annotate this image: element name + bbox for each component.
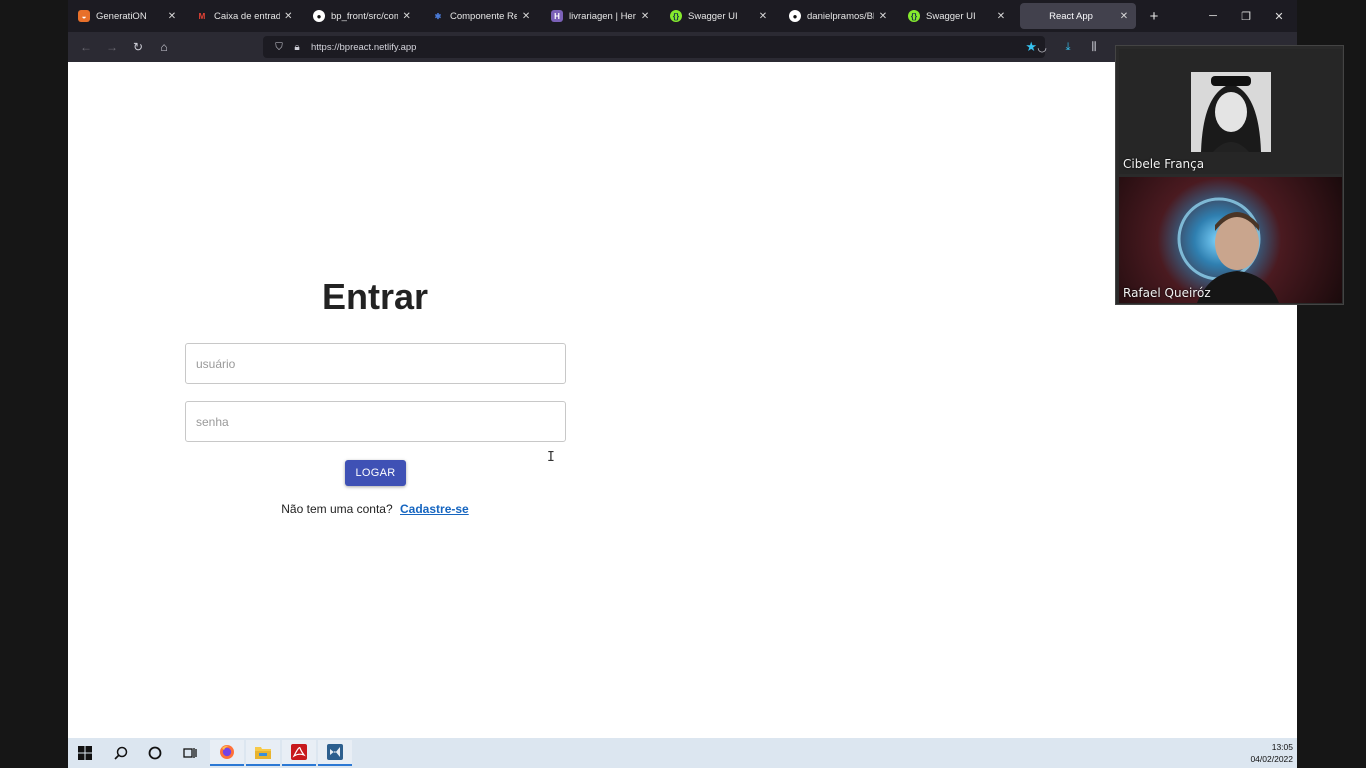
system-clock[interactable]: 13:05 04/02/2022 bbox=[1250, 741, 1293, 765]
tab-label: danielpramos/Blog bbox=[807, 10, 874, 22]
reload-icon[interactable]: ↻ bbox=[128, 38, 148, 56]
task-view-icon[interactable] bbox=[173, 740, 207, 766]
tab-swagger-2[interactable]: {} Swagger UI ✕ bbox=[900, 3, 1013, 29]
shield-icon[interactable]: ⛉ bbox=[273, 41, 285, 53]
lock-icon[interactable]: 🔒︎ bbox=[291, 41, 303, 53]
acrobat-icon[interactable] bbox=[282, 740, 316, 766]
heroku-icon: H bbox=[551, 10, 563, 22]
tab-generation[interactable]: ◒ GeneratiON ✕ bbox=[70, 3, 184, 29]
signup-link[interactable]: Cadastre-se bbox=[400, 502, 469, 516]
signup-prompt: Não tem uma conta? bbox=[281, 502, 393, 516]
taskbar: 13:05 04/02/2022 bbox=[68, 738, 1297, 768]
url-text[interactable]: https://bpreact.netlify.app bbox=[311, 42, 416, 53]
video-call-panel[interactable]: Cibele França Rafael Queiróz bbox=[1115, 45, 1344, 305]
page-content: Entrar LOGAR Não tem uma conta? Cadastre… bbox=[68, 62, 1297, 738]
tab-label: React App bbox=[1049, 10, 1093, 22]
tab-label: GeneratiON bbox=[96, 10, 147, 22]
close-icon[interactable]: ✕ bbox=[166, 10, 178, 22]
tab-github-blog[interactable]: ● danielpramos/Blog ✕ bbox=[781, 3, 894, 29]
generation-icon: ◒ bbox=[78, 10, 90, 22]
gmail-icon: M bbox=[198, 11, 206, 21]
participant-tile[interactable]: Cibele França bbox=[1119, 49, 1342, 174]
firefox-icon[interactable] bbox=[210, 740, 244, 766]
clock-date: 04/02/2022 bbox=[1250, 754, 1293, 764]
component-icon: ✱ bbox=[434, 11, 442, 21]
close-icon[interactable]: ✕ bbox=[995, 10, 1007, 22]
participant-name: Cibele França bbox=[1123, 157, 1205, 171]
login-button[interactable]: LOGAR bbox=[345, 460, 406, 486]
download-icon[interactable]: ⤓ bbox=[1060, 40, 1076, 54]
participant-tile[interactable]: Rafael Queiróz bbox=[1119, 177, 1342, 303]
tab-componente-react[interactable]: ✱ Componente React ✕ bbox=[424, 3, 537, 29]
back-arrow-icon[interactable]: ← bbox=[76, 38, 96, 56]
tab-swagger-1[interactable]: {} Swagger UI ✕ bbox=[662, 3, 775, 29]
tab-label: Componente React bbox=[450, 10, 518, 22]
minimize-icon[interactable]: ─ bbox=[1202, 6, 1224, 26]
tab-label: Swagger UI bbox=[926, 10, 976, 22]
text-cursor-icon: I bbox=[547, 450, 555, 465]
tab-label: bp_front/src/comp bbox=[331, 10, 398, 22]
tab-label: Swagger UI bbox=[688, 10, 738, 22]
start-icon[interactable] bbox=[68, 740, 102, 766]
screen: ◒ GeneratiON ✕ M Caixa de entrada (4 ✕ ●… bbox=[0, 0, 1366, 768]
clock-time: 13:05 bbox=[1271, 742, 1293, 752]
github-icon: ● bbox=[789, 10, 801, 22]
navigation-bar: ← → ↻ ⌂ ⛉ 🔒︎ https://bpreact.netlify.app… bbox=[68, 32, 1297, 62]
file-explorer-icon[interactable] bbox=[246, 740, 280, 766]
swagger-icon: {} bbox=[908, 10, 920, 22]
browser-window: ◒ GeneratiON ✕ M Caixa de entrada (4 ✕ ●… bbox=[68, 0, 1297, 738]
forward-arrow-icon[interactable]: → bbox=[102, 38, 122, 56]
home-icon[interactable]: ⌂ bbox=[154, 38, 174, 56]
visual-studio-icon[interactable] bbox=[318, 740, 352, 766]
url-bar[interactable]: ⛉ 🔒︎ https://bpreact.netlify.app ★ bbox=[263, 36, 1045, 58]
tab-github-bp-front[interactable]: ● bp_front/src/comp ✕ bbox=[305, 3, 418, 29]
username-input[interactable] bbox=[185, 343, 566, 384]
pocket-icon[interactable]: ◡ bbox=[1034, 40, 1050, 54]
restore-icon[interactable]: ❐ bbox=[1235, 6, 1257, 26]
tab-label: livrariagen | Heroku bbox=[569, 10, 636, 22]
page-title: Entrar bbox=[321, 276, 429, 317]
swagger-icon: {} bbox=[670, 10, 682, 22]
password-input[interactable] bbox=[185, 401, 566, 442]
tab-heroku[interactable]: H livrariagen | Heroku ✕ bbox=[543, 3, 656, 29]
avatar bbox=[1191, 72, 1271, 152]
tab-strip: ◒ GeneratiON ✕ M Caixa de entrada (4 ✕ ●… bbox=[68, 0, 1297, 32]
new-tab-button[interactable]: + bbox=[1144, 6, 1164, 26]
close-icon[interactable]: ✕ bbox=[521, 10, 531, 22]
signup-line: Não tem uma conta? Cadastre-se bbox=[185, 502, 565, 516]
close-icon[interactable]: ✕ bbox=[757, 10, 769, 22]
github-icon: ● bbox=[313, 10, 325, 22]
close-icon[interactable]: ✕ bbox=[402, 10, 413, 22]
library-icon[interactable]: ⫼ bbox=[1086, 40, 1102, 54]
tab-label: Caixa de entrada (4 bbox=[214, 10, 280, 22]
participant-name: Rafael Queiróz bbox=[1123, 286, 1211, 300]
close-icon[interactable]: ✕ bbox=[1118, 10, 1130, 22]
tab-react-app[interactable]: React App ✕ bbox=[1020, 3, 1136, 29]
cortana-icon[interactable] bbox=[138, 740, 172, 766]
close-window-icon[interactable]: ✕ bbox=[1268, 6, 1290, 26]
tab-gmail[interactable]: M Caixa de entrada (4 ✕ bbox=[188, 3, 299, 29]
close-icon[interactable]: ✕ bbox=[284, 10, 293, 22]
video-feed bbox=[1177, 197, 1279, 303]
close-icon[interactable]: ✕ bbox=[640, 10, 650, 22]
search-icon[interactable] bbox=[104, 740, 138, 766]
close-icon[interactable]: ✕ bbox=[878, 10, 888, 22]
